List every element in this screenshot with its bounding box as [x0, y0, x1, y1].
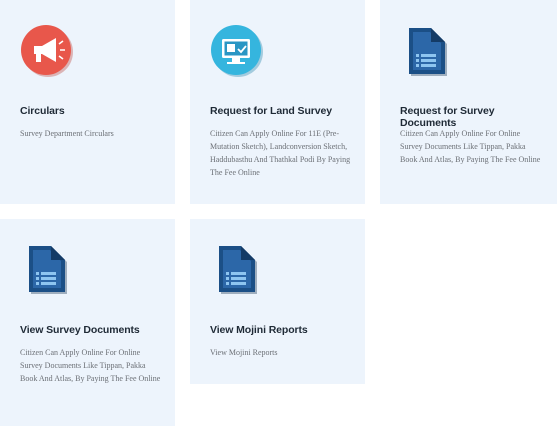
card-view-survey-documents[interactable]: View Survey Documents Citizen Can Apply … [0, 219, 175, 426]
card-view-mojini-reports[interactable]: View Mojini Reports View Mojini Reports [190, 219, 365, 384]
card-title[interactable]: View Mojini Reports [210, 324, 355, 336]
card-description: View Mojini Reports [210, 348, 278, 357]
card-description: Citizen Can Apply Online For Online Surv… [20, 348, 161, 383]
card-circulars[interactable]: Circulars Survey Department Circulars [0, 0, 175, 204]
card-request-land-survey[interactable]: Request for Land Survey Citizen Can Appl… [190, 0, 365, 204]
document-icon [409, 28, 447, 76]
document-icon [29, 246, 67, 294]
card-request-survey-documents[interactable]: Request for Survey Documents Citizen Can… [380, 0, 557, 204]
card-title[interactable]: View Survey Documents [20, 324, 165, 336]
card-description: Citizen Can Apply Online For 11E (Pre-Mu… [210, 129, 351, 177]
megaphone-icon [21, 25, 73, 77]
document-icon [219, 246, 257, 294]
card-title[interactable]: Circulars [20, 105, 165, 117]
card-title[interactable]: Request for Survey Documents [400, 105, 547, 129]
card-description: Survey Department Circulars [20, 129, 114, 138]
card-description: Citizen Can Apply Online For Online Surv… [400, 129, 541, 164]
monitor-icon [211, 25, 263, 77]
card-title[interactable]: Request for Land Survey [210, 105, 355, 117]
